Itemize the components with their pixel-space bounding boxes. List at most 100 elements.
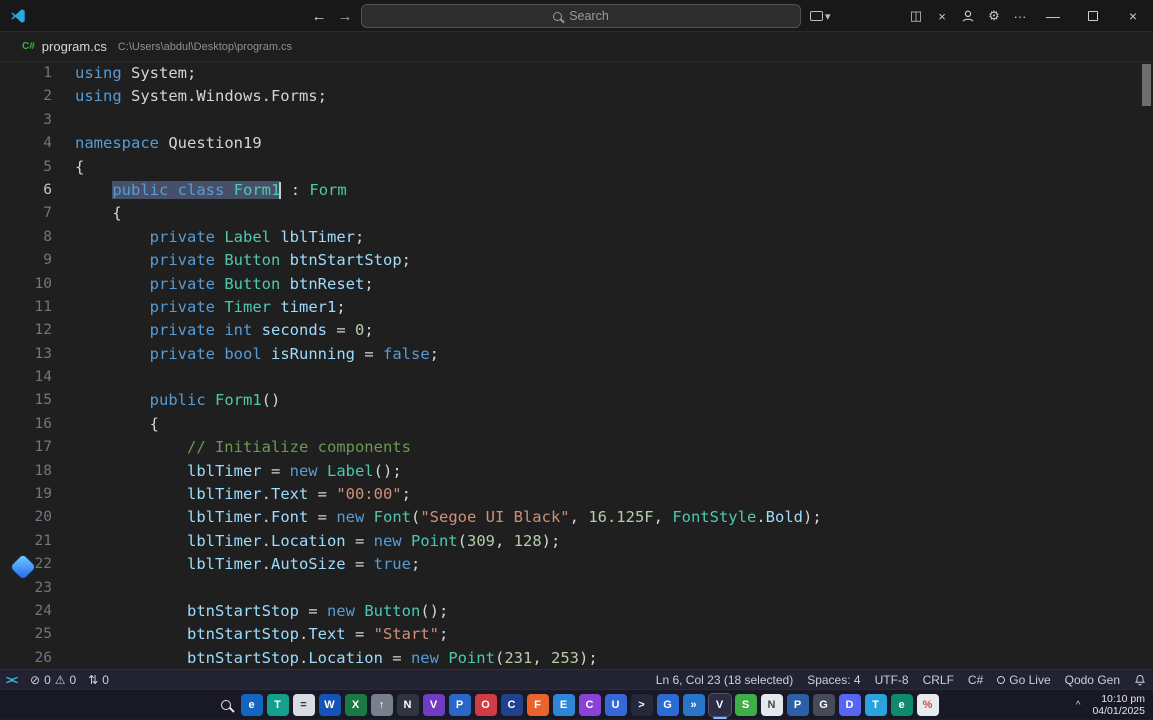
taskbar-icon-teams[interactable]: T [266,693,289,716]
line-number[interactable]: 3 [0,109,52,132]
ports-button[interactable]: ⇅ 0 [82,670,115,689]
taskbar-icon-notepad[interactable]: N [760,693,783,716]
taskbar-clock[interactable]: 10:10 pm 04/01/2025 [1092,693,1145,717]
code-line[interactable]: 2 using System.Windows.Forms; [0,85,1153,108]
account-button[interactable] [955,0,981,32]
code-line[interactable]: 14 [0,366,1153,389]
line-number[interactable]: 14 [0,366,52,389]
line-number[interactable]: 26 [0,647,52,670]
status-item-language-mode[interactable]: C# [961,670,990,689]
close-window-button[interactable]: × [1113,0,1153,32]
problems-button[interactable]: ⊘ 0 ⚠ 0 [24,670,82,689]
taskbar-icon-file-explorer[interactable]: E [552,693,575,716]
taskbar-icon-edge-browser[interactable]: e [240,693,263,716]
qodo-gutter-icon[interactable] [10,554,36,580]
status-item-qodo-gen[interactable]: Qodo Gen [1058,670,1127,689]
settings-button[interactable]: ⚙ [981,0,1007,32]
code-line[interactable]: 1 using System; [0,62,1153,85]
editor[interactable]: 1 using System; 2 using System.Windows.Form… [0,62,1153,669]
scrollbar-thumb[interactable] [1142,64,1151,106]
line-number[interactable]: 2 [0,85,52,108]
nav-back-button[interactable]: ← [308,0,330,32]
taskbar-icon-discord[interactable]: D [838,693,861,716]
tab-program-cs[interactable]: C# program.cs C:\Users\abdul\Desktop\pro… [22,39,292,54]
code-line[interactable]: 3 [0,109,1153,132]
taskbar-icon-github-desktop[interactable]: G [812,693,835,716]
code-line[interactable]: 20 lblTimer.Font = new Font("Segoe UI Bl… [0,506,1153,529]
code-line[interactable]: 18 lblTimer = new Label(); [0,460,1153,483]
notifications-bell-button[interactable] [1127,670,1153,689]
line-number[interactable]: 6 [0,179,52,202]
line-number[interactable]: 20 [0,506,52,529]
taskbar-icon-excel[interactable]: X [344,693,367,716]
line-number[interactable]: 13 [0,343,52,366]
line-number[interactable]: 21 [0,530,52,553]
maximize-restore-button[interactable] [1073,0,1113,32]
taskbar-icon-app-blue-arrow[interactable]: » [682,693,705,716]
code-line[interactable]: 4 namespace Question19 [0,132,1153,155]
more-actions-button[interactable]: ··· [1007,0,1033,32]
taskbar-icon-app-navy-circle[interactable]: C [500,693,523,716]
line-number[interactable]: 10 [0,273,52,296]
code-line[interactable]: 7 { [0,202,1153,225]
status-item-indentation[interactable]: Spaces: 4 [800,670,867,689]
toggle-sidebar-button[interactable]: ◫ [903,0,929,32]
line-number[interactable]: 9 [0,249,52,272]
nav-forward-button[interactable]: → [334,0,356,32]
code-line[interactable]: 17 // Initialize components [0,436,1153,459]
taskbar-icon-terminal[interactable]: > [630,693,653,716]
taskbar-icon-edge-dev[interactable]: e [890,693,913,716]
status-item-eol[interactable]: CRLF [916,670,961,689]
taskbar-icon-search[interactable] [215,694,237,716]
code-line[interactable]: 9 private Button btnStartStop; [0,249,1153,272]
code-line[interactable]: 22 lblTimer.AutoSize = true; [0,553,1153,576]
line-number[interactable]: 12 [0,319,52,342]
code-line[interactable]: 8 private Label lblTimer; [0,226,1153,249]
open-remote-window-button[interactable]: ▾ [810,0,831,32]
code-line[interactable]: 23 [0,577,1153,600]
line-number[interactable]: 19 [0,483,52,506]
status-item-go-live[interactable]: Go Live [990,670,1057,689]
code-line[interactable]: 11 private Timer timer1; [0,296,1153,319]
tray-chevron-icon[interactable]: ^ [1076,700,1081,711]
taskbar-icon-word[interactable]: W [318,693,341,716]
code-line[interactable]: 19 lblTimer.Text = "00:00"; [0,483,1153,506]
taskbar-icon-pie-chart-app[interactable]: % [916,693,939,716]
close-editor-group-button[interactable]: × [929,0,955,32]
taskbar-icon-chrome-browser[interactable]: G [656,693,679,716]
line-number[interactable]: 1 [0,62,52,85]
taskbar-icon-app-blue-u[interactable]: U [604,693,627,716]
code-line[interactable]: 5{ [0,156,1153,179]
line-number[interactable]: 16 [0,413,52,436]
line-number[interactable]: 15 [0,389,52,412]
editor-scrollbar[interactable] [1139,62,1153,669]
line-number[interactable]: 8 [0,226,52,249]
line-number[interactable]: 4 [0,132,52,155]
code-line[interactable]: 25 btnStartStop.Text = "Start"; [0,623,1153,646]
taskbar-icon-visual-studio[interactable]: V [422,693,445,716]
taskbar-icon-steam[interactable]: ↑ [370,693,393,716]
code-line[interactable]: 16 { [0,413,1153,436]
line-number[interactable]: 25 [0,623,52,646]
code-line[interactable]: 15 public Form1() [0,389,1153,412]
taskbar-icon-firefox-browser[interactable]: F [526,693,549,716]
code-line[interactable]: 10 private Button btnReset; [0,273,1153,296]
taskbar-icon-camera-app[interactable]: C [578,693,601,716]
code-line[interactable]: 24 btnStartStop = new Button(); [0,600,1153,623]
line-number[interactable]: 24 [0,600,52,623]
taskbar-icon-python-app[interactable]: P [786,693,809,716]
code-line[interactable]: 12 private int seconds = 0; [0,319,1153,342]
code-line[interactable]: 6 public class Form1 : Form [0,179,1153,202]
code-line[interactable]: 13 private bool isRunning = false; [0,343,1153,366]
code-line[interactable]: 21 lblTimer.Location = new Point(309, 12… [0,530,1153,553]
line-number[interactable]: 23 [0,577,52,600]
code-line[interactable]: 26 btnStartStop.Location = new Point(231… [0,647,1153,670]
taskbar-icon-calculator[interactable]: = [292,693,315,716]
line-number[interactable]: 18 [0,460,52,483]
line-number[interactable]: 5 [0,156,52,179]
line-number[interactable]: 7 [0,202,52,225]
taskbar-icon-telegram[interactable]: T [864,693,887,716]
command-center-search[interactable]: Search [361,4,801,28]
taskbar-icon-photos-app[interactable]: P [448,693,471,716]
remote-indicator[interactable]: >< [0,673,24,687]
